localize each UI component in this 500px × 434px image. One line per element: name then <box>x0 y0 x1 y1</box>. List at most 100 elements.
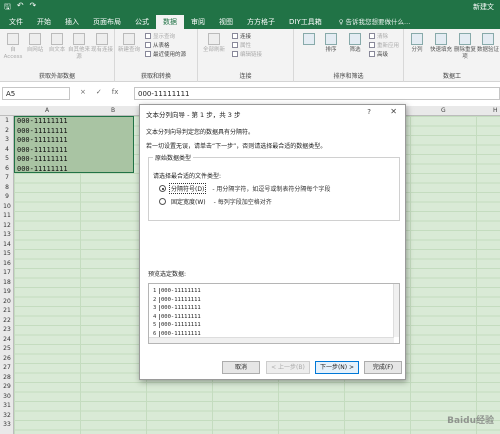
tab-page-layout[interactable]: 页面布局 <box>86 15 128 29</box>
sort-az-button[interactable] <box>298 33 320 54</box>
row-header[interactable]: 22 <box>0 317 14 324</box>
cell-a4[interactable]: 000-11111111 <box>17 146 68 154</box>
row-header[interactable]: 14 <box>0 241 14 248</box>
properties-button[interactable]: 属性 <box>232 42 251 50</box>
finish-button[interactable]: 完成(F) <box>364 361 402 374</box>
advanced-button[interactable]: 高级 <box>369 51 388 59</box>
refresh-all-button[interactable]: 全部刷新 <box>203 33 225 54</box>
row-header[interactable]: 25 <box>0 345 14 352</box>
row-header[interactable]: 16 <box>0 260 14 267</box>
radio-fixed-width[interactable] <box>159 198 166 205</box>
row-header[interactable]: 4 <box>0 146 14 153</box>
row-header[interactable]: 18 <box>0 279 14 286</box>
row-header[interactable]: 5 <box>0 155 14 162</box>
column-header[interactable]: H <box>493 107 498 114</box>
row-header[interactable]: 10 <box>0 203 14 210</box>
tab-file[interactable]: 文件 <box>2 15 30 29</box>
row-header[interactable]: 26 <box>0 355 14 362</box>
text-to-columns-button[interactable]: 分列 <box>406 33 428 54</box>
tab-home[interactable]: 开始 <box>30 15 58 29</box>
from-web-button[interactable]: 自网站 <box>24 33 46 54</box>
radio-delimited[interactable] <box>159 185 166 192</box>
connections-button[interactable]: 连接 <box>232 33 251 41</box>
cancel-button[interactable]: 取消 <box>222 361 260 374</box>
row-header[interactable]: 17 <box>0 269 14 276</box>
row-header[interactable]: 32 <box>0 412 14 419</box>
row-header[interactable]: 29 <box>0 383 14 390</box>
tab-diy-toolbox[interactable]: DIY工具箱 <box>282 15 329 29</box>
row-header[interactable]: 33 <box>0 421 14 428</box>
row-header[interactable]: 2 <box>0 127 14 134</box>
from-table-button[interactable]: 从表格 <box>145 42 170 50</box>
option-label[interactable]: 分隔符号(D) <box>169 183 207 194</box>
tell-me-search[interactable]: ♀ 告诉我您想要做什么... <box>329 15 411 29</box>
option-label[interactable]: 固定宽度(W) <box>169 196 208 207</box>
column-header[interactable]: A <box>45 107 49 114</box>
tab-formulas[interactable]: 公式 <box>128 15 156 29</box>
column-header[interactable]: G <box>441 107 446 114</box>
row-header[interactable]: 20 <box>0 298 14 305</box>
back-button[interactable]: < 上一步(B) <box>266 361 310 374</box>
row-header[interactable]: 11 <box>0 212 14 219</box>
row-header[interactable]: 24 <box>0 336 14 343</box>
row-header[interactable]: 15 <box>0 250 14 257</box>
from-text-button[interactable]: 自文本 <box>46 33 68 54</box>
redo-icon[interactable]: ↷ <box>30 1 37 15</box>
cell-a5[interactable]: 000-11111111 <box>17 155 68 163</box>
tab-data[interactable]: 数据 <box>156 15 184 29</box>
insert-function-icon[interactable]: fx <box>112 88 119 96</box>
filter-button[interactable]: 筛选 <box>344 33 366 54</box>
tab-insert[interactable]: 插入 <box>58 15 86 29</box>
recent-sources-button[interactable]: 最近使用的源 <box>145 51 186 59</box>
clear-button[interactable]: 清除 <box>369 33 388 41</box>
help-icon[interactable]: ? <box>367 108 371 116</box>
row-header[interactable]: 3 <box>0 136 14 143</box>
data-preview[interactable]: 1 000-11111111 2 000-11111111 3 000-1111111… <box>148 283 400 344</box>
preview-vertical-scrollbar[interactable] <box>393 284 399 337</box>
cell-a6[interactable]: 000-11111111 <box>17 165 68 173</box>
sort-button[interactable]: 排序 <box>320 33 342 54</box>
reapply-button[interactable]: 重新应用 <box>369 42 399 50</box>
flash-fill-button[interactable]: 快速填充 <box>430 33 452 54</box>
save-icon[interactable]: 🖫 <box>4 1 11 15</box>
cancel-icon[interactable]: × <box>80 88 86 96</box>
new-query-button[interactable]: 新建查询 <box>118 33 140 54</box>
row-header[interactable]: 28 <box>0 374 14 381</box>
row-header[interactable]: 7 <box>0 174 14 181</box>
row-header[interactable]: 8 <box>0 184 14 191</box>
cell-a3[interactable]: 000-11111111 <box>17 136 68 144</box>
show-queries-button[interactable]: 显示查询 <box>145 33 175 41</box>
row-header[interactable]: 27 <box>0 364 14 371</box>
tab-view[interactable]: 视图 <box>212 15 240 29</box>
edit-links-button[interactable]: 编辑链接 <box>232 51 262 59</box>
row-header[interactable]: 1 <box>0 117 14 124</box>
from-other-sources-button[interactable]: 自其他来源 <box>68 33 90 61</box>
row-header[interactable]: 12 <box>0 222 14 229</box>
tab-review[interactable]: 审阅 <box>184 15 212 29</box>
cell-a2[interactable]: 000-11111111 <box>17 127 68 135</box>
row-header[interactable]: 30 <box>0 393 14 400</box>
row-header[interactable]: 31 <box>0 402 14 409</box>
name-box[interactable]: A5 <box>2 87 70 100</box>
tab-fangfang[interactable]: 方方格子 <box>240 15 282 29</box>
row-header[interactable]: 23 <box>0 326 14 333</box>
option-fixed-width[interactable]: 固定宽度(W) - 每列字段加空格对齐 <box>159 196 272 207</box>
row-header[interactable]: 6 <box>0 165 14 172</box>
close-icon[interactable]: ✕ <box>390 107 397 116</box>
data-validation-button[interactable]: 数据验证 <box>477 33 499 54</box>
preview-horizontal-scrollbar[interactable] <box>149 337 394 343</box>
row-header[interactable]: 13 <box>0 231 14 238</box>
next-button[interactable]: 下一步(N) > <box>315 361 359 374</box>
row-header[interactable]: 9 <box>0 193 14 200</box>
row-header[interactable]: 21 <box>0 307 14 314</box>
remove-duplicates-button[interactable]: 删除重复项 <box>454 33 476 61</box>
row-header[interactable]: 19 <box>0 288 14 295</box>
undo-icon[interactable]: ↶ <box>17 1 24 15</box>
enter-icon[interactable]: ✓ <box>96 88 102 96</box>
cell-a1[interactable]: 000-11111111 <box>17 117 68 125</box>
option-delimited[interactable]: 分隔符号(D) - 用分隔字符，如逗号或制表符分隔每个字段 <box>159 183 330 194</box>
column-header[interactable]: B <box>111 107 115 114</box>
from-access-button[interactable]: 自 Access <box>2 33 24 61</box>
existing-connections-button[interactable]: 现有连接 <box>91 33 113 54</box>
formula-input[interactable]: 000-11111111 <box>134 87 500 100</box>
